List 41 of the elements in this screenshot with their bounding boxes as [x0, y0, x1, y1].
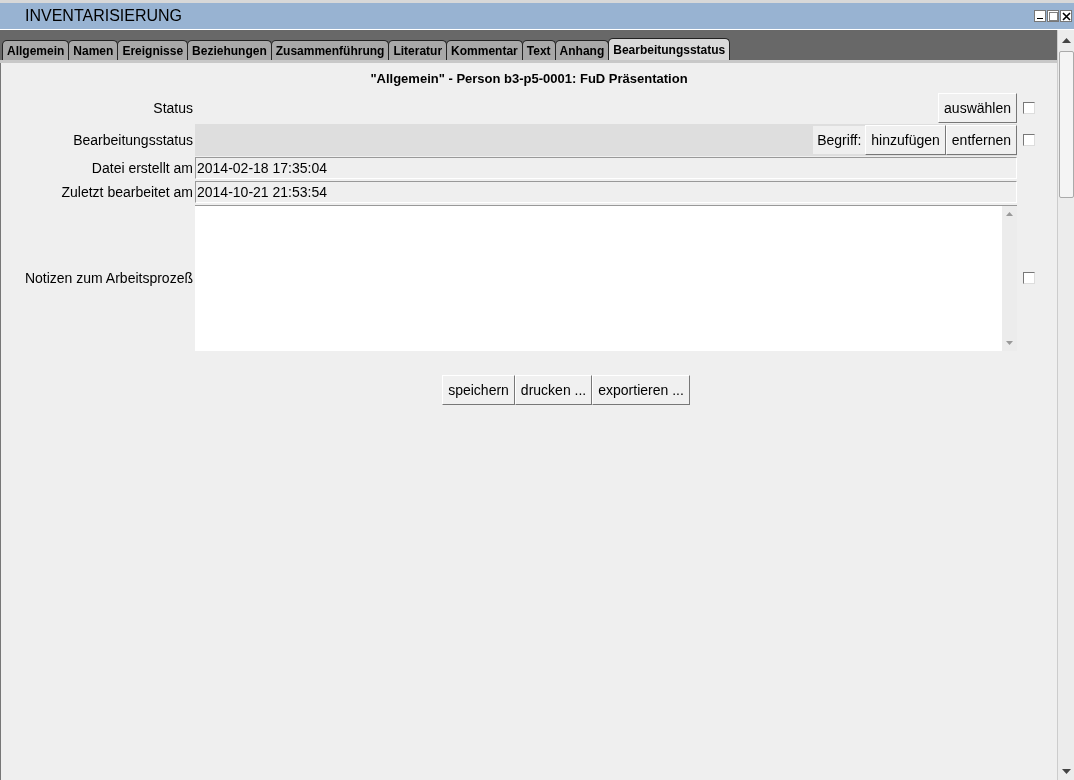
field-label: Zuletzt bearbeitet am: [60, 184, 194, 200]
minimize-button[interactable]: [1034, 10, 1046, 22]
tab[interactable]: Anhang: [554, 40, 610, 60]
term-label: Begriff:: [813, 126, 866, 154]
value-field: 2014-02-18 17:35:04: [195, 157, 1017, 179]
action-button[interactable]: drucken ...: [514, 375, 593, 405]
close-button[interactable]: [1060, 10, 1072, 22]
tab[interactable]: Namen: [68, 40, 119, 60]
action-button[interactable]: auswählen: [938, 93, 1017, 123]
field-label: Notizen zum Arbeitsprozeß: [23, 269, 194, 286]
scroll-down-icon: [1061, 769, 1071, 774]
action-button[interactable]: exportieren ...: [592, 375, 690, 405]
checkbox[interactable]: [1023, 271, 1035, 284]
scroll-thumb[interactable]: [1058, 51, 1074, 198]
notes-field[interactable]: [195, 205, 1017, 351]
window-title: INVENTARISIERUNG: [25, 7, 183, 25]
maximize-icon: [1048, 11, 1058, 21]
action-button[interactable]: hinzufügen: [865, 125, 946, 155]
field-label: Status: [152, 100, 194, 116]
scroll-down-icon: [1006, 341, 1013, 345]
field-label: Bearbeitungsstatus: [72, 132, 194, 148]
tab[interactable]: Literatur: [388, 40, 448, 60]
checkbox[interactable]: [1023, 134, 1035, 146]
scroll-up-icon: [1006, 212, 1013, 216]
form-heading: "Allgemein" - Person b3-p5-0001: FuD Präsentation: [369, 70, 689, 88]
tab[interactable]: Zusammenführung: [270, 40, 390, 60]
tab[interactable]: Ereignisse: [117, 40, 189, 60]
tab[interactable]: Kommentar: [446, 40, 523, 60]
vertical-scrollbar[interactable]: [1057, 30, 1074, 780]
tab[interactable]: Allgemein: [2, 40, 70, 60]
tab[interactable]: Beziehungen: [187, 40, 272, 60]
action-button[interactable]: speichern: [442, 375, 515, 405]
field-label: Datei erstellt am: [90, 160, 194, 176]
close-icon: [1061, 11, 1071, 21]
action-button[interactable]: entfernen: [945, 125, 1017, 155]
value-field: 2014-10-21 21:53:54: [195, 181, 1017, 203]
tab[interactable]: Bearbeitungsstatus: [608, 38, 731, 60]
checkbox[interactable]: [1023, 102, 1035, 114]
maximize-button[interactable]: [1047, 10, 1059, 22]
tab[interactable]: Text: [521, 40, 556, 60]
scroll-up-icon: [1061, 38, 1071, 43]
